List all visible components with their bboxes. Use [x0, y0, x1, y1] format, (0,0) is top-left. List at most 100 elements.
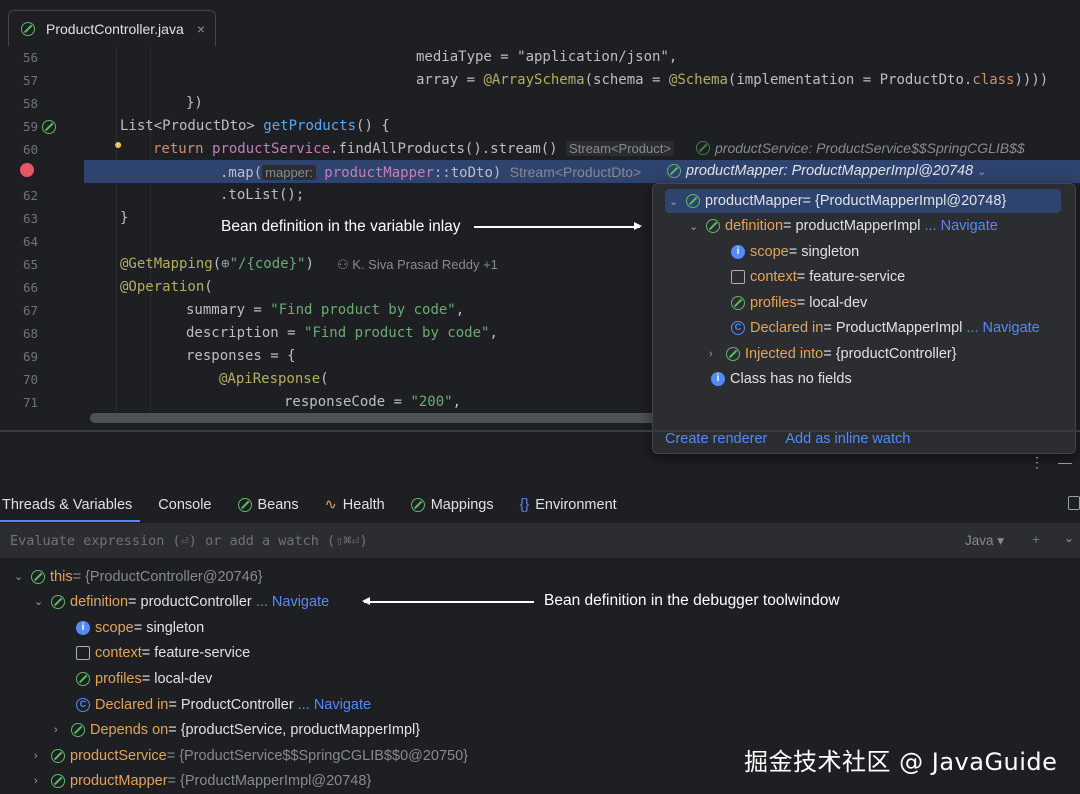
- chevron-right-icon[interactable]: ›: [34, 750, 48, 762]
- code-annotation: @ArraySchema: [483, 72, 585, 88]
- line-number: 66: [22, 280, 38, 295]
- tab-health[interactable]: ∿ Health: [325, 497, 385, 513]
- var-name: definition: [725, 218, 784, 234]
- code-method: getProducts: [263, 118, 357, 134]
- bean-inlay-popup[interactable]: ⌄ productMapper = {ProductMapperImpl@207…: [652, 183, 1076, 454]
- tab-threads-variables[interactable]: Threads & Variables: [2, 497, 132, 513]
- chevron-right-icon[interactable]: ›: [54, 724, 68, 736]
- code-text: (: [320, 371, 329, 387]
- panel-divider[interactable]: [0, 430, 1080, 432]
- code-line-65: @GetMapping(⊕"/{code}"): [120, 256, 314, 272]
- tab-beans[interactable]: Beans: [237, 497, 299, 513]
- var-name: profiles: [750, 295, 797, 311]
- popup-row-scope[interactable]: i scope = singleton: [731, 240, 859, 264]
- line-number: 56: [22, 50, 38, 65]
- code-line-60: return productService.findAllProducts().…: [153, 141, 674, 157]
- tab-console[interactable]: Console: [158, 497, 211, 513]
- spring-bean-icon: [706, 219, 720, 233]
- code-line-56: mediaType = "application/json",: [416, 49, 677, 65]
- annotation-toolwindow-label: Bean definition in the debugger toolwind…: [544, 592, 840, 609]
- popup-row-root[interactable]: ⌄ productMapper = {ProductMapperImpl@207…: [665, 189, 1061, 213]
- code-line-71: responseCode = "200",: [284, 394, 461, 410]
- var-row-scope[interactable]: i scope = singleton: [76, 615, 204, 640]
- variable-inlay-product-mapper[interactable]: productMapper: ProductMapperImpl@20748 ⌄: [667, 163, 986, 179]
- language-select[interactable]: Java ▾: [965, 533, 1004, 549]
- spring-bean-gutter-icon[interactable]: [42, 120, 56, 134]
- info-icon: i: [731, 245, 745, 259]
- var-row-profiles[interactable]: profiles = local-dev: [76, 666, 212, 691]
- spring-bean-icon: [51, 594, 65, 609]
- parameter-hint: mapper:: [262, 165, 316, 180]
- spring-bean-icon: [51, 748, 65, 763]
- breakpoint-icon[interactable]: [20, 163, 34, 177]
- close-icon[interactable]: ×: [197, 21, 205, 37]
- code-text: ,: [452, 394, 462, 410]
- code-line-62: .toList();: [220, 187, 305, 203]
- no-fields-text: Class has no fields: [730, 371, 852, 387]
- tab-label: Mappings: [430, 497, 494, 513]
- tab-mappings[interactable]: Mappings: [410, 497, 494, 513]
- chevron-down-icon[interactable]: ⌄: [669, 195, 683, 208]
- tab-label: Threads & Variables: [2, 497, 133, 513]
- navigate-link[interactable]: ... Navigate: [966, 320, 1039, 336]
- line-number: 60: [22, 142, 38, 157]
- add-inline-watch-link[interactable]: Add as inline watch: [785, 431, 910, 447]
- var-row-definition[interactable]: ⌄ definition = productController ... Nav…: [34, 589, 329, 614]
- health-icon: ∿: [324, 497, 337, 513]
- author-hint[interactable]: ⚇ K. Siva Prasad Reddy +1: [337, 257, 498, 273]
- popup-row-declared-in[interactable]: C Declared in = ProductMapperImpl ... Na…: [731, 316, 1040, 340]
- lightbulb-icon[interactable]: ●: [114, 136, 122, 152]
- tab-product-controller[interactable]: ProductController.java ×: [8, 10, 216, 46]
- spring-bean-icon: [51, 773, 65, 788]
- spring-bean-icon: [237, 498, 252, 512]
- chevron-down-icon[interactable]: ⌄: [977, 165, 986, 178]
- var-row-declared-in[interactable]: C Declared in = ProductController ... Na…: [76, 692, 371, 717]
- var-row-context[interactable]: context = feature-service: [76, 640, 250, 665]
- chevron-down-icon[interactable]: ⌄: [689, 220, 703, 233]
- var-row-product-mapper[interactable]: › productMapper = {ProductMapperImpl@207…: [34, 768, 371, 793]
- line-number: 64: [22, 234, 38, 249]
- code-annotation: @ApiResponse: [219, 371, 321, 387]
- navigate-link[interactable]: ... Navigate: [925, 218, 998, 234]
- user-icon: ⚇: [337, 257, 353, 272]
- context-icon: [731, 270, 745, 284]
- chevron-down-icon[interactable]: ⌄: [1064, 531, 1074, 545]
- profiles-icon: [76, 671, 90, 686]
- var-name: scope: [95, 619, 134, 636]
- minimize-icon[interactable]: —: [1058, 454, 1072, 470]
- navigate-link[interactable]: ... Navigate: [256, 594, 329, 610]
- var-name: context: [95, 644, 142, 661]
- create-renderer-link[interactable]: Create renderer: [665, 431, 767, 447]
- popup-row-profiles[interactable]: profiles = local-dev: [731, 291, 867, 315]
- var-value: = {ProductMapperImpl@20748}: [802, 193, 1007, 209]
- line-number: 57: [22, 73, 38, 88]
- annotation-arrow: [474, 223, 642, 229]
- var-row-depends-on[interactable]: › Depends on = {productService, productM…: [54, 717, 420, 742]
- variable-inlay-product-service[interactable]: productService: ProductService$$SpringCG…: [696, 140, 1025, 156]
- code-string: "Find product by code": [304, 325, 490, 341]
- add-watch-icon[interactable]: +: [1032, 531, 1040, 547]
- code-line-57: array = @ArraySchema(schema = @Schema(im…: [416, 72, 1048, 88]
- popup-row-definition[interactable]: ⌄ definition = productMapperImpl ... Nav…: [689, 214, 998, 238]
- chevron-right-icon[interactable]: ›: [34, 775, 48, 787]
- tab-environment[interactable]: {} Environment: [520, 497, 617, 513]
- code-annotation: @Schema: [668, 72, 728, 88]
- chevron-down-icon[interactable]: ⌄: [34, 595, 48, 608]
- code-text: description =: [186, 325, 305, 341]
- evaluate-expression-field[interactable]: Evaluate expression (⏎) or add a watch (…: [0, 523, 1080, 558]
- navigate-link[interactable]: ... Navigate: [298, 697, 371, 713]
- var-row-product-service[interactable]: › productService = {ProductService$$Spri…: [34, 743, 468, 768]
- popup-row-context[interactable]: context = feature-service: [731, 265, 905, 289]
- var-row-this[interactable]: ⌄ this = {ProductController@20746}: [14, 564, 263, 589]
- line-number: 63: [22, 211, 38, 226]
- context-icon: [76, 645, 90, 660]
- layout-icon[interactable]: [1068, 496, 1080, 510]
- horizontal-scrollbar[interactable]: [90, 413, 670, 423]
- depends-icon: [71, 722, 85, 737]
- code-string: "Find product by code": [270, 302, 456, 318]
- chevron-down-icon[interactable]: ⌄: [14, 570, 28, 583]
- globe-icon[interactable]: ⊕: [221, 256, 229, 272]
- popup-row-injected-into[interactable]: › Injected into = {productController}: [709, 342, 957, 366]
- chevron-right-icon[interactable]: ›: [709, 348, 723, 360]
- more-options-icon[interactable]: ⋮: [1030, 454, 1044, 471]
